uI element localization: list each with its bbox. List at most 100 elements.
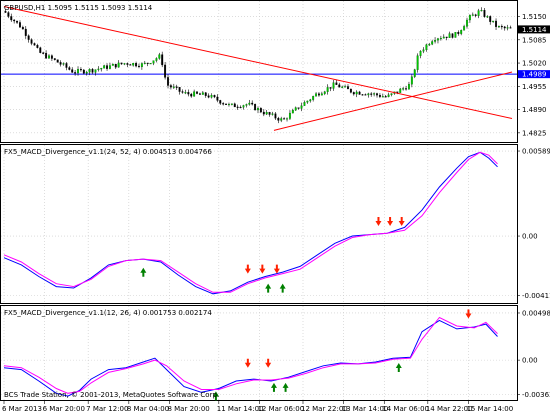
candle-body xyxy=(193,91,196,97)
candle-body xyxy=(27,35,30,40)
candle-body xyxy=(332,82,335,89)
candle-body xyxy=(268,112,271,115)
y-tick-label: 0.00 xyxy=(522,357,538,365)
candle-body xyxy=(196,91,198,94)
candle-body xyxy=(387,94,390,97)
candle-body xyxy=(152,60,155,64)
candle-body xyxy=(187,92,190,95)
candle-body xyxy=(428,44,431,46)
candle-body xyxy=(454,31,457,38)
candle-body xyxy=(91,69,94,73)
candle-body xyxy=(219,100,222,104)
candle-body xyxy=(410,76,413,85)
candle-body xyxy=(248,102,251,105)
candle-body xyxy=(155,58,158,61)
candle-body xyxy=(39,47,42,53)
candle-body xyxy=(326,87,329,92)
candle-body xyxy=(48,55,50,59)
candle-body xyxy=(10,16,13,21)
x-tick-label: 8 Mar 04:00 xyxy=(127,405,169,413)
level-line-label: 1.4989 xyxy=(522,71,547,79)
candle-body xyxy=(315,93,318,97)
candle-body xyxy=(204,92,207,96)
candle-body xyxy=(341,86,344,88)
candle-body xyxy=(56,59,59,63)
candle-body xyxy=(21,27,24,30)
candle-body xyxy=(294,107,297,111)
candle-body xyxy=(381,96,384,98)
candle-body xyxy=(79,69,82,71)
candle-body xyxy=(251,102,254,105)
candle-body xyxy=(425,44,428,50)
candle-body xyxy=(422,49,425,52)
candle-body xyxy=(68,67,71,70)
candle-body xyxy=(117,62,120,68)
candle-body xyxy=(236,106,239,108)
candle-body xyxy=(239,106,242,109)
candle-body xyxy=(271,113,274,115)
candle-body xyxy=(500,26,503,28)
candle-body xyxy=(434,40,437,42)
candle-body xyxy=(85,71,88,74)
candle-body xyxy=(306,100,309,103)
candle-body xyxy=(291,109,294,114)
candle-body xyxy=(367,93,370,96)
candle-body xyxy=(146,62,149,64)
candle-body xyxy=(164,64,167,78)
x-tick-label: 14 Mar 06:00 xyxy=(382,405,429,413)
candle-body xyxy=(460,30,463,34)
candle-body xyxy=(16,20,19,23)
candle-body xyxy=(309,99,312,102)
candle-body xyxy=(143,62,146,64)
candle-body xyxy=(198,93,201,95)
x-tick-label: 6 Mar 20:00 xyxy=(43,405,85,413)
candle-body xyxy=(167,77,169,86)
candle-body xyxy=(402,88,405,90)
candle-body xyxy=(364,94,367,96)
candle-body xyxy=(335,82,338,85)
candle-body xyxy=(483,10,486,17)
candle-body xyxy=(320,93,323,96)
candle-body xyxy=(30,39,33,44)
candle-body xyxy=(390,93,393,96)
candle-body xyxy=(506,27,509,29)
candle-body xyxy=(106,65,108,69)
candle-body xyxy=(297,107,300,109)
candle-body xyxy=(24,28,27,36)
candle-body xyxy=(132,63,135,66)
candle-body xyxy=(352,92,355,95)
candle-body xyxy=(100,68,103,70)
y-tick-label: -0.00411 xyxy=(522,292,550,300)
candle-body xyxy=(65,63,68,68)
candle-body xyxy=(277,118,280,121)
candle-body xyxy=(509,27,512,29)
current-price-label: 1.5114 xyxy=(522,26,547,34)
candle-body xyxy=(175,86,178,88)
x-tick-label: 12 Mar 06:00 xyxy=(257,405,304,413)
candle-body xyxy=(257,108,259,111)
candle-body xyxy=(94,69,97,73)
candle-body xyxy=(207,95,210,98)
candle-body xyxy=(474,14,477,16)
candle-body xyxy=(45,53,48,59)
candle-body xyxy=(274,113,277,119)
candle-body xyxy=(111,63,114,66)
candle-body xyxy=(370,93,373,95)
mt4-chart-window[interactable]: 6 Mar 2013 6 Mar 20:00 7 Mar 12:00 8 Mar 04… xyxy=(0,0,550,413)
candle-body xyxy=(323,91,326,94)
candle-body xyxy=(361,94,364,96)
candle-body xyxy=(33,43,36,46)
candle-body xyxy=(283,118,286,120)
candle-body xyxy=(222,103,225,105)
candle-body xyxy=(36,45,39,48)
candle-body xyxy=(471,14,474,16)
candle-body xyxy=(126,63,129,65)
candle-body xyxy=(123,63,126,65)
candle-body xyxy=(42,52,45,54)
candle-body xyxy=(50,55,53,59)
chart-canvas[interactable]: 6 Mar 2013 6 Mar 20:00 7 Mar 12:008 Mar 04… xyxy=(0,0,550,413)
candle-body xyxy=(286,118,288,120)
candle-body xyxy=(457,31,460,34)
candle-body xyxy=(329,87,332,89)
candle-body xyxy=(300,105,303,109)
